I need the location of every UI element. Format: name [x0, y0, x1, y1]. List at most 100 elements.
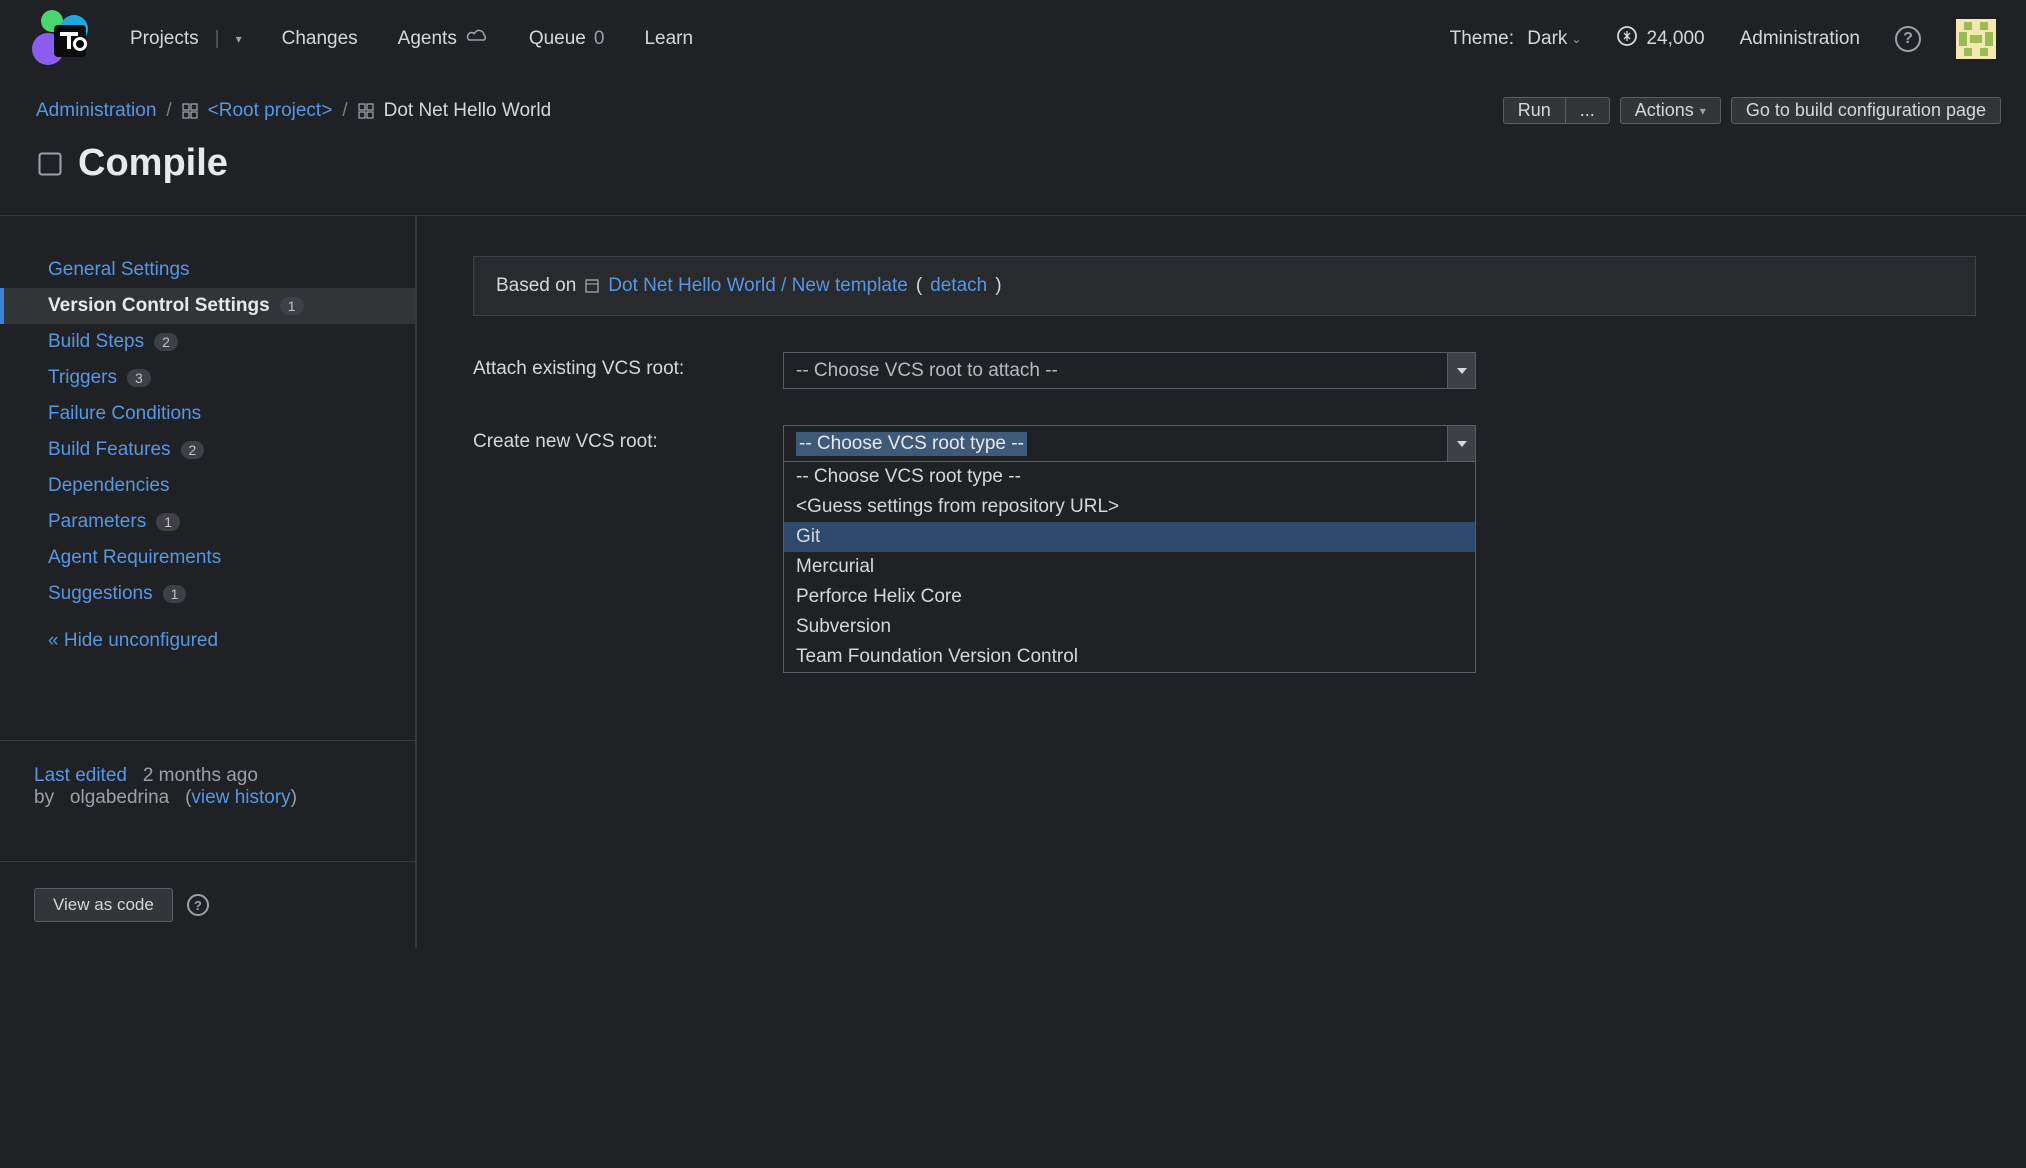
administration-label: Administration [1740, 28, 1860, 49]
sidebar-list: General Settings Version Control Setting… [0, 252, 415, 612]
run-button[interactable]: Run [1503, 97, 1565, 124]
nav-changes[interactable]: Changes [282, 28, 358, 50]
create-vcs-dropdown: -- Choose VCS root type -- <Guess settin… [783, 462, 1476, 673]
sidebar-item-triggers[interactable]: Triggers 3 [0, 360, 415, 396]
project-icon [182, 103, 198, 119]
main: General Settings Version Control Setting… [0, 215, 2026, 948]
view-as-code-row: View as code ? [0, 861, 415, 948]
nav-queue[interactable]: Queue 0 [529, 28, 605, 50]
template-icon [584, 278, 600, 294]
nav-divider: | [215, 28, 220, 50]
vcs-option-subversion[interactable]: Subversion [784, 612, 1475, 642]
vcs-option-perforce[interactable]: Perforce Helix Core [784, 582, 1475, 612]
actions-button[interactable]: Actions ▾ [1620, 97, 1721, 124]
sidebar-item-agent-requirements[interactable]: Agent Requirements [0, 540, 415, 576]
attach-vcs-row: Attach existing VCS root: -- Choose VCS … [473, 352, 1976, 389]
attach-vcs-label: Attach existing VCS root: [473, 352, 783, 380]
sidebar-item-general-settings[interactable]: General Settings [0, 252, 415, 288]
breadcrumb-sep: / [342, 100, 347, 122]
dropdown-handle-icon[interactable] [1447, 353, 1475, 388]
breadcrumb-administration[interactable]: Administration [36, 100, 156, 122]
build-config-icon [36, 150, 64, 178]
attach-vcs-value: -- Choose VCS root to attach -- [796, 360, 1058, 382]
page-title: Compile [78, 142, 228, 185]
administration-link[interactable]: Administration [1740, 28, 1860, 50]
sidebar-item-parameters[interactable]: Parameters 1 [0, 504, 415, 540]
nav-agents[interactable]: Agents [398, 28, 489, 50]
chevron-down-icon[interactable]: ▾ [236, 32, 242, 46]
sidebar-item-label: Parameters [48, 511, 146, 533]
theme-value: Dark [1527, 28, 1567, 50]
sidebar-item-build-features[interactable]: Build Features 2 [0, 432, 415, 468]
help-icon[interactable]: ? [1895, 26, 1921, 52]
breadcrumb: Administration / <Root project> / Dot Ne… [36, 100, 551, 122]
vcs-option-mercurial[interactable]: Mercurial [784, 552, 1475, 582]
view-history-link[interactable]: view history [191, 787, 290, 808]
teamcity-logo[interactable] [30, 9, 90, 69]
create-vcs-value: -- Choose VCS root type -- [796, 432, 1027, 456]
sidebar-item-label: General Settings [48, 259, 190, 281]
breadcrumb-current: Dot Net Hello World [384, 100, 552, 122]
nav-changes-label: Changes [282, 28, 358, 50]
sidebar-item-suggestions[interactable]: Suggestions 1 [0, 576, 415, 612]
run-button-group: Run ... [1503, 97, 1610, 124]
page-title-row: Compile [0, 124, 2026, 215]
nav-projects-label: Projects [130, 28, 199, 50]
run-more-button[interactable]: ... [1565, 97, 1610, 124]
hide-unconfigured-link[interactable]: « Hide unconfigured [48, 630, 218, 651]
subheader-actions: Run ... Actions ▾ Go to build configurat… [1503, 97, 2001, 124]
last-edited-link[interactable]: Last edited [34, 765, 127, 786]
vcs-option-placeholder[interactable]: -- Choose VCS root type -- [784, 462, 1475, 492]
template-link[interactable]: Dot Net Hello World / New template [608, 275, 908, 297]
nav-learn[interactable]: Learn [644, 28, 693, 50]
subheader: Administration / <Root project> / Dot Ne… [0, 77, 2026, 124]
goto-build-config-button[interactable]: Go to build configuration page [1731, 97, 2001, 124]
avatar[interactable] [1956, 19, 1996, 59]
dropdown-handle-icon[interactable] [1447, 426, 1475, 461]
based-on-label: Based on [496, 275, 576, 297]
breadcrumb-root-project[interactable]: <Root project> [208, 100, 333, 122]
sidebar-item-label: Agent Requirements [48, 547, 221, 569]
sidebar-item-label: Version Control Settings [48, 295, 270, 317]
nav-items: Projects | ▾ Changes Agents Queue 0 Lear… [130, 28, 693, 50]
last-edited-by-prefix: by [34, 787, 54, 808]
sidebar-item-label: Dependencies [48, 475, 169, 497]
sidebar-item-label: Build Steps [48, 331, 144, 353]
nav-agents-label: Agents [398, 28, 457, 50]
header-right: Theme: Dark ⌄ 24,000 Administration ? [1450, 19, 1996, 59]
last-edited-block: Last edited 2 months ago by olgabedrina … [0, 740, 415, 833]
vcs-option-guess[interactable]: <Guess settings from repository URL> [784, 492, 1475, 522]
sidebar-item-dependencies[interactable]: Dependencies [0, 468, 415, 504]
create-vcs-label: Create new VCS root: [473, 425, 783, 453]
header: Projects | ▾ Changes Agents Queue 0 Lear… [0, 0, 2026, 77]
help-icon[interactable]: ? [187, 894, 209, 916]
count-badge: 3 [127, 369, 151, 387]
detach-link[interactable]: detach [930, 275, 987, 297]
view-as-code-button[interactable]: View as code [34, 888, 173, 922]
vcs-option-tfvc[interactable]: Team Foundation Version Control [784, 642, 1475, 672]
sidebar-item-label: Build Features [48, 439, 171, 461]
hide-unconfigured-row: « Hide unconfigured [0, 612, 415, 670]
last-edited-user: olgabedrina [70, 787, 169, 808]
vcs-option-git[interactable]: Git [784, 522, 1475, 552]
nav-learn-label: Learn [644, 28, 693, 50]
sidebar-item-label: Failure Conditions [48, 403, 201, 425]
theme-picker[interactable]: Theme: Dark ⌄ [1450, 28, 1582, 50]
queue-count: 0 [594, 28, 605, 50]
count-badge: 1 [163, 585, 187, 603]
sidebar-item-vcs-settings[interactable]: Version Control Settings 1 [0, 288, 415, 324]
credits-display[interactable]: 24,000 [1616, 25, 1704, 53]
attach-vcs-select[interactable]: -- Choose VCS root to attach -- [783, 352, 1476, 389]
sidebar-item-build-steps[interactable]: Build Steps 2 [0, 324, 415, 360]
nav-projects[interactable]: Projects | ▾ [130, 28, 242, 50]
breadcrumb-sep: / [166, 100, 171, 122]
create-vcs-select[interactable]: -- Choose VCS root type -- [783, 425, 1476, 462]
count-badge: 1 [156, 513, 180, 531]
content: Based on Dot Net Hello World / New templ… [417, 216, 2026, 948]
template-banner: Based on Dot Net Hello World / New templ… [473, 256, 1976, 316]
chevron-down-icon: ⌄ [1571, 32, 1581, 46]
attach-vcs-field: -- Choose VCS root to attach -- [783, 352, 1476, 389]
coin-icon [1616, 25, 1638, 53]
sidebar-item-failure-conditions[interactable]: Failure Conditions [0, 396, 415, 432]
count-badge: 1 [280, 297, 304, 315]
